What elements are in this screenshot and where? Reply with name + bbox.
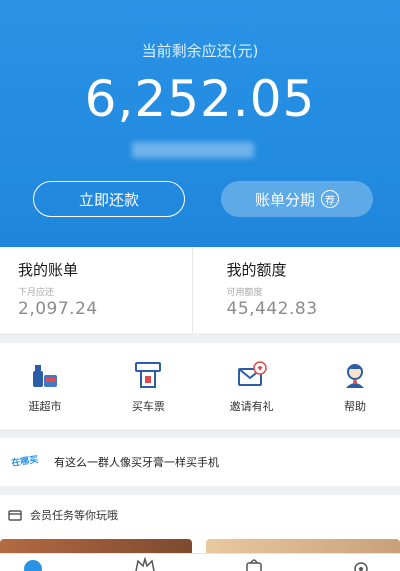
bill-installment-label: 账单分期 bbox=[254, 190, 315, 209]
quick-action-ticket[interactable]: 买车票 bbox=[113, 359, 183, 429]
bag-icon[interactable] bbox=[243, 557, 265, 571]
member-tasks-header[interactable]: 会员任务等你玩哦 bbox=[0, 495, 400, 523]
home-icon[interactable] bbox=[22, 557, 44, 571]
my-bill-title: 我的账单 bbox=[18, 261, 79, 279]
crown-icon[interactable] bbox=[134, 557, 156, 571]
my-quota-title: 我的额度 bbox=[226, 261, 287, 279]
masked-card-number bbox=[132, 142, 254, 158]
my-quota-card[interactable]: 我的额度 可用额度 45,442.83 bbox=[191, 247, 400, 333]
quick-action-supermarket[interactable]: 逛超市 bbox=[10, 359, 80, 429]
promo-logo: 在哪买 bbox=[10, 455, 40, 469]
account-summary: 我的账单 下月应还 2,097.24 我的额度 可用额度 45,442.83 bbox=[0, 247, 400, 333]
promo-banner[interactable]: 在哪买 有这么一群人像买牙膏一样买手机 bbox=[0, 438, 400, 486]
bottom-tab-bar bbox=[0, 553, 400, 571]
member-tasks-title: 会员任务等你玩哦 bbox=[30, 509, 118, 522]
ticket-icon bbox=[135, 362, 162, 388]
balance-label: 当前剩余应还(元) bbox=[141, 42, 259, 60]
repay-now-button[interactable]: 立即还款 bbox=[33, 181, 185, 217]
bill-installment-button[interactable]: 账单分期 荐 bbox=[221, 181, 373, 217]
quick-action-label: 帮助 bbox=[343, 400, 366, 413]
my-bill-card[interactable]: 我的账单 下月应还 2,097.24 bbox=[0, 247, 192, 333]
help-agent-icon bbox=[345, 364, 364, 388]
gear-icon[interactable] bbox=[350, 557, 372, 571]
quick-action-label: 买车票 bbox=[131, 400, 165, 413]
quick-action-label: 邀请有礼 bbox=[229, 400, 274, 413]
quick-action-label: 逛超市 bbox=[28, 400, 62, 413]
quick-action-invite[interactable]: 邀请有礼 bbox=[217, 359, 287, 429]
recommend-badge: 荐 bbox=[321, 190, 339, 208]
quick-actions: 逛超市 买车票 邀请有礼 帮助 bbox=[0, 343, 400, 429]
my-bill-value: 2,097.24 bbox=[18, 299, 98, 319]
quick-action-help[interactable]: 帮助 bbox=[320, 359, 390, 429]
balance-header: 当前剩余应还(元) 6,252.05 立即还款 账单分期 荐 bbox=[0, 0, 400, 247]
balance-amount: 6,252.05 bbox=[84, 70, 316, 128]
my-quota-value: 45,442.83 bbox=[226, 299, 318, 319]
invite-mail-icon bbox=[237, 361, 267, 386]
repay-now-label: 立即还款 bbox=[78, 190, 139, 209]
my-quota-subtitle: 可用额度 bbox=[226, 288, 263, 298]
calendar-icon bbox=[8, 510, 22, 521]
promo-text: 有这么一群人像买牙膏一样买手机 bbox=[54, 456, 219, 469]
my-bill-subtitle: 下月应还 bbox=[18, 288, 55, 298]
supermarket-icon bbox=[33, 365, 57, 387]
